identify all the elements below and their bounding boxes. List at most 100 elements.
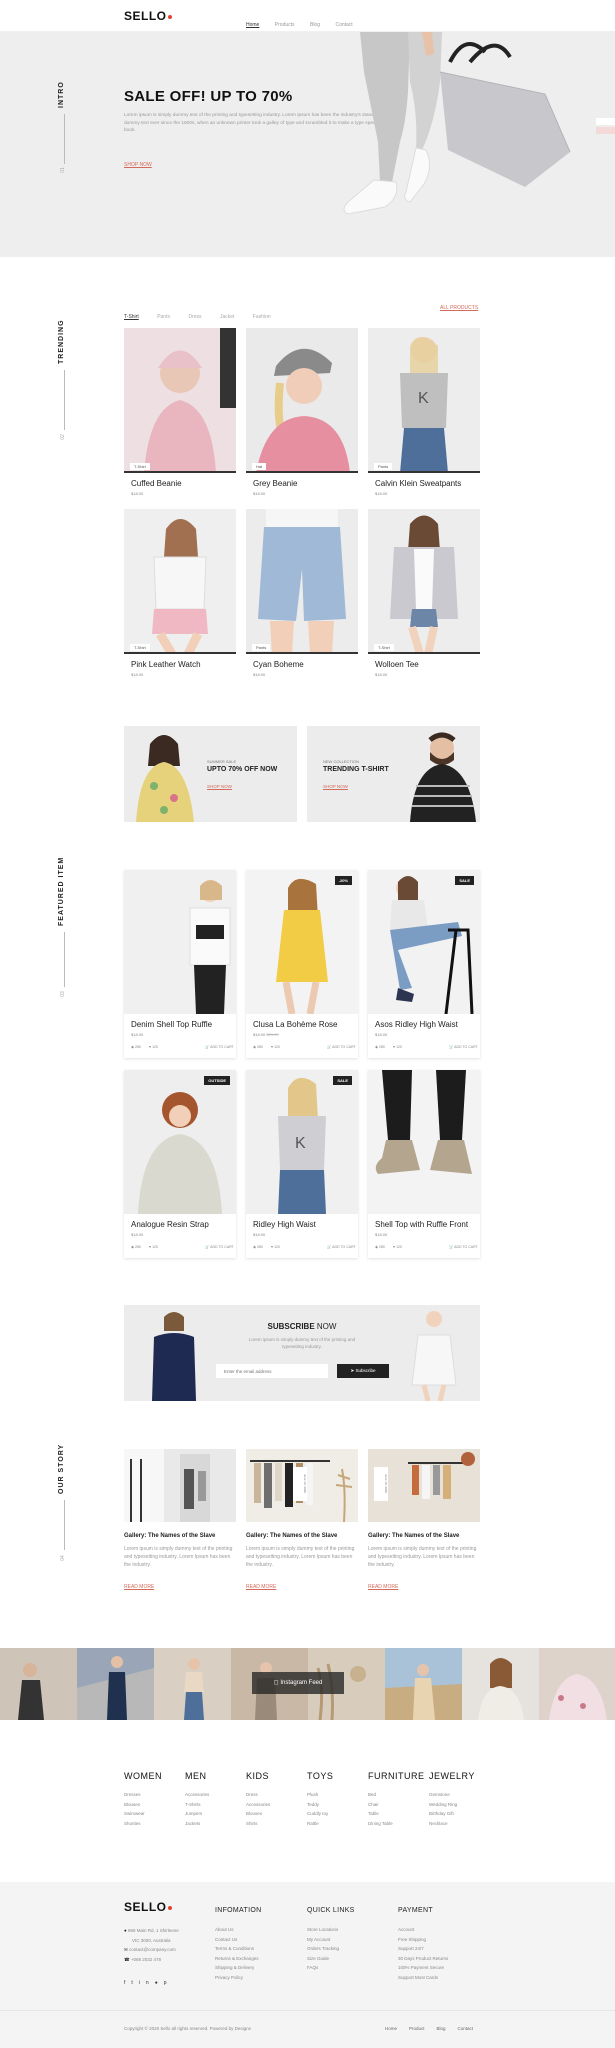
github-icon[interactable]: ● [155, 1980, 164, 1986]
product-image[interactable] [368, 1070, 480, 1214]
pinterest-icon[interactable]: p [164, 1980, 173, 1986]
category-heading[interactable]: TOYS [307, 1771, 333, 1781]
product-title[interactable]: Wolloen Tee [375, 660, 419, 669]
product-title[interactable]: Calvin Klein Sweatpants [375, 479, 461, 488]
instagram-photo[interactable] [0, 1648, 77, 1720]
footer-link[interactable]: Shipping & Delivery [215, 1963, 259, 1973]
side-widget-bottom[interactable] [596, 127, 615, 134]
product-image[interactable]: T-Shirt [368, 509, 480, 654]
instagram-photo[interactable] [154, 1648, 231, 1720]
product-image[interactable]: K SALE [246, 1070, 358, 1214]
category-link[interactable]: Rattle [307, 1819, 328, 1829]
add-to-cart-button[interactable]: 🛒 ADD TO CART [449, 1045, 478, 1049]
category-link[interactable]: Swimwear [124, 1809, 145, 1819]
category-heading[interactable]: JEWELRY [429, 1771, 475, 1781]
product-image[interactable] [124, 870, 236, 1014]
add-to-cart-button[interactable]: 🛒 ADD TO CART [327, 1045, 356, 1049]
category-link[interactable]: Wedding Ring [429, 1800, 457, 1810]
product-title[interactable]: Ridley High Waist [253, 1220, 316, 1229]
footer-link[interactable]: 100% Payment Secure [398, 1963, 448, 1973]
category-link[interactable]: Dresses [124, 1790, 145, 1800]
hero-shop-button[interactable]: SHOP NOW [124, 162, 152, 168]
tab-jacket[interactable]: Jacket [220, 314, 234, 320]
category-link[interactable]: Dining Table [368, 1819, 393, 1829]
all-products-link[interactable]: ALL PRODUCTS [440, 305, 478, 311]
blog-title[interactable]: Gallery: The Names of the Slave [246, 1533, 337, 1539]
email-input[interactable] [216, 1364, 328, 1378]
footer-link[interactable]: 30 Days Product Returns [398, 1954, 448, 1964]
footer-nav-product[interactable]: Product [409, 2026, 425, 2031]
product-title[interactable]: Cyan Boheme [253, 660, 304, 669]
product-title[interactable]: Asos Ridley High Waist [375, 1020, 458, 1029]
footer-link[interactable]: Terms & Conditions [215, 1944, 259, 1954]
product-image[interactable]: SALE [368, 870, 480, 1014]
category-link[interactable]: Dress [246, 1790, 270, 1800]
category-link[interactable]: Plush [307, 1790, 328, 1800]
product-title[interactable]: Pink Leather Watch [131, 660, 201, 669]
blog-image[interactable]: June 10, 2020 [368, 1449, 480, 1522]
product-image[interactable]: OUTSIDE [124, 1070, 236, 1214]
footer-nav-home[interactable]: Home [385, 2026, 397, 2031]
product-title[interactable]: Denim Shell Top Ruffle [131, 1020, 212, 1029]
category-link[interactable]: Jackets [185, 1819, 209, 1829]
category-link[interactable]: Chair [368, 1800, 393, 1810]
instagram-feed-badge[interactable]: ◻ Instagram Feed [252, 1672, 344, 1694]
footer-link[interactable]: Free Shipping [398, 1935, 448, 1945]
blog-title[interactable]: Gallery: The Names of the Slave [124, 1533, 215, 1539]
product-title[interactable]: Clusa La Bohème Rose [253, 1020, 338, 1029]
read-more-link[interactable]: READ MORE [368, 1584, 398, 1590]
category-link[interactable]: Bed [368, 1790, 393, 1800]
footer-link[interactable]: Store Locations [307, 1925, 339, 1935]
linkedin-icon[interactable]: in [139, 1980, 155, 1986]
product-image[interactable]: Hat [246, 328, 358, 473]
nav-home[interactable]: Home [246, 22, 259, 28]
side-widget-top[interactable] [596, 118, 615, 125]
footer-link[interactable]: My Account [307, 1935, 339, 1945]
add-to-cart-button[interactable]: 🛒 ADD TO CART [327, 1245, 356, 1249]
category-link[interactable]: Shirts [246, 1819, 270, 1829]
category-link[interactable]: Jumpers [185, 1809, 209, 1819]
product-image[interactable]: K Pants [368, 328, 480, 473]
add-to-cart-button[interactable]: 🛒 ADD TO CART [205, 1045, 234, 1049]
read-more-link[interactable]: READ MORE [124, 1584, 154, 1590]
instagram-photo[interactable] [462, 1648, 539, 1720]
email-line[interactable]: ✉ contact@company.com [124, 1945, 179, 1955]
category-link[interactable]: Teddy [307, 1800, 328, 1810]
footer-nav-contact[interactable]: Contact [458, 2026, 474, 2031]
category-link[interactable]: Necklace [429, 1819, 457, 1829]
product-title[interactable]: Shell Top with Ruffle Front [375, 1220, 468, 1229]
category-link[interactable]: Shorties [124, 1819, 145, 1829]
promo-shop-button[interactable]: SHOP NOW [323, 784, 348, 789]
product-image[interactable]: T-Shirt [124, 328, 236, 473]
footer-link[interactable]: Size Guide [307, 1954, 339, 1964]
subscribe-button[interactable]: ➤ Subscribe [337, 1364, 389, 1378]
instagram-photo[interactable] [77, 1648, 154, 1720]
category-link[interactable]: Cuddly toy [307, 1809, 328, 1819]
category-link[interactable]: Blouses [124, 1800, 145, 1810]
nav-products[interactable]: Products [275, 22, 295, 28]
phone-line[interactable]: ☎ +068 2032 478 [124, 1955, 179, 1965]
product-title[interactable]: Grey Beanie [253, 479, 297, 488]
promo-banner-collection[interactable]: NEW COLLECTION TRENDING T-SHIRT SHOP NOW [307, 726, 480, 822]
site-logo[interactable]: SELLO [124, 9, 172, 23]
twitter-icon[interactable]: t [131, 1980, 138, 1986]
footer-link[interactable]: Support 24/7 [398, 1944, 448, 1954]
category-heading[interactable]: FURNITURE [368, 1771, 425, 1781]
tab-tshirt[interactable]: T-Shirt [124, 314, 139, 320]
footer-link[interactable]: About Us [215, 1925, 259, 1935]
category-heading[interactable]: WOMEN [124, 1771, 162, 1781]
category-link[interactable]: Blouses [246, 1809, 270, 1819]
tab-pants[interactable]: Pants [157, 314, 170, 320]
footer-link[interactable]: Returns & Exchanges [215, 1954, 259, 1964]
product-image[interactable]: Pants [246, 509, 358, 654]
footer-link[interactable]: Contact Us [215, 1935, 259, 1945]
read-more-link[interactable]: READ MORE [246, 1584, 276, 1590]
product-image[interactable]: -20% [246, 870, 358, 1014]
instagram-photo[interactable] [385, 1648, 462, 1720]
footer-logo[interactable]: SELLO [124, 1900, 172, 1914]
category-link[interactable]: T-Shirts [185, 1800, 209, 1810]
footer-link[interactable]: FAQs [307, 1963, 339, 1973]
tab-fashion[interactable]: Fashion [253, 314, 271, 320]
promo-shop-button[interactable]: SHOP NOW [207, 784, 232, 789]
promo-banner-sale[interactable]: SUMMER SALE UPTO 70% OFF NOW SHOP NOW [124, 726, 297, 822]
